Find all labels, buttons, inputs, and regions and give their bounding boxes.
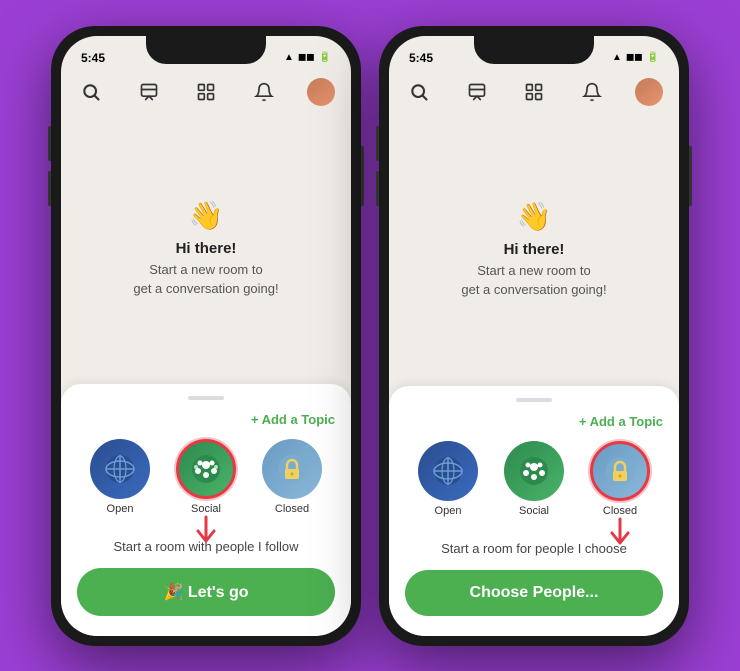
action-btn-left[interactable]: 🎉 Let's go	[77, 568, 335, 616]
hi-emoji-left: 👋	[189, 199, 224, 232]
room-type-social-right[interactable]: Social	[504, 441, 564, 517]
main-content-left: 👋 Hi there! Start a new room toget a con…	[61, 114, 351, 384]
red-arrow-left	[191, 515, 221, 545]
bell-icon-right[interactable]	[578, 78, 606, 106]
notch-left	[146, 36, 266, 64]
bottom-sheet-left: + Add a Topic O	[61, 384, 351, 636]
social-icon-left	[176, 439, 236, 499]
room-type-open-right[interactable]: Open	[418, 441, 478, 517]
open-label-right: Open	[435, 505, 462, 517]
social-icon-right	[504, 441, 564, 501]
closed-label-left: Closed	[275, 503, 309, 515]
grid-icon-right[interactable]	[520, 78, 548, 106]
bell-icon[interactable]	[250, 78, 278, 106]
sheet-handle-right	[516, 398, 552, 402]
room-types-right: Open	[405, 441, 663, 517]
social-label-right: Social	[519, 505, 549, 517]
phones-container: 5:45 ▲ ◼◼ 🔋	[51, 26, 689, 646]
avatar-left[interactable]	[307, 78, 335, 106]
avatar-right[interactable]	[635, 78, 663, 106]
room-type-closed-right[interactable]: Closed	[590, 441, 650, 517]
hi-emoji-right: 👋	[517, 200, 552, 233]
status-icons-right: ▲ ◼◼ 🔋	[612, 52, 659, 63]
phone-right: 5:45 ▲ ◼◼ 🔋	[379, 26, 689, 646]
closed-icon-left	[262, 439, 322, 499]
open-label-left: Open	[107, 503, 134, 515]
phone-left: 5:45 ▲ ◼◼ 🔋	[51, 26, 361, 646]
hi-text-right: Hi there!	[504, 241, 565, 258]
sub-text-right: Start a new room toget a conversation go…	[461, 262, 606, 298]
grid-icon[interactable]	[192, 78, 220, 106]
room-type-open-left[interactable]: Open	[90, 439, 150, 515]
closed-label-right: Closed	[603, 505, 637, 517]
search-icon-right[interactable]	[405, 78, 433, 106]
time-right: 5:45	[409, 51, 433, 65]
search-icon[interactable]	[77, 78, 105, 106]
bottom-sheet-right: + Add a Topic O	[389, 386, 679, 636]
room-type-closed-left[interactable]: Closed	[262, 439, 322, 515]
open-icon-right	[418, 441, 478, 501]
room-types-left: Open	[77, 439, 335, 515]
status-icons-left: ▲ ◼◼ 🔋	[284, 52, 331, 63]
open-icon-left	[90, 439, 150, 499]
add-topic-right[interactable]: + Add a Topic	[405, 414, 663, 429]
red-arrow-right	[605, 517, 635, 547]
compose-icon[interactable]	[135, 78, 163, 106]
add-topic-left[interactable]: + Add a Topic	[77, 412, 335, 427]
closed-icon-right	[590, 441, 650, 501]
hi-text-left: Hi there!	[176, 240, 237, 257]
action-btn-right[interactable]: Choose People...	[405, 570, 663, 616]
time-left: 5:45	[81, 51, 105, 65]
main-content-right: 👋 Hi there! Start a new room toget a con…	[389, 114, 679, 386]
notch-right	[474, 36, 594, 64]
sheet-handle-left	[188, 396, 224, 400]
sub-text-left: Start a new room toget a conversation go…	[133, 261, 278, 297]
room-type-social-left[interactable]: Social	[176, 439, 236, 515]
nav-bar-right	[389, 74, 679, 114]
social-label-left: Social	[191, 503, 221, 515]
compose-icon-right[interactable]	[463, 78, 491, 106]
nav-bar-left	[61, 74, 351, 114]
